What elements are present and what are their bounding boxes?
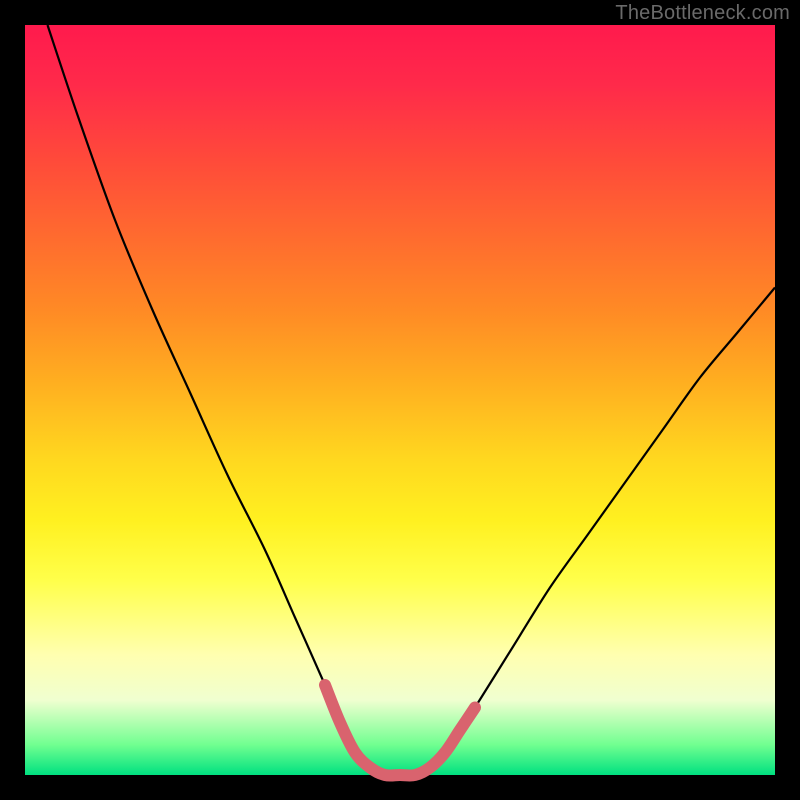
highlight-segment: [325, 685, 475, 776]
chart-container: TheBottleneck.com: [0, 0, 800, 800]
plot-area: [25, 25, 775, 775]
watermark-text: TheBottleneck.com: [615, 2, 790, 25]
bottleneck-curve: [48, 25, 776, 777]
chart-svg: [25, 25, 775, 775]
